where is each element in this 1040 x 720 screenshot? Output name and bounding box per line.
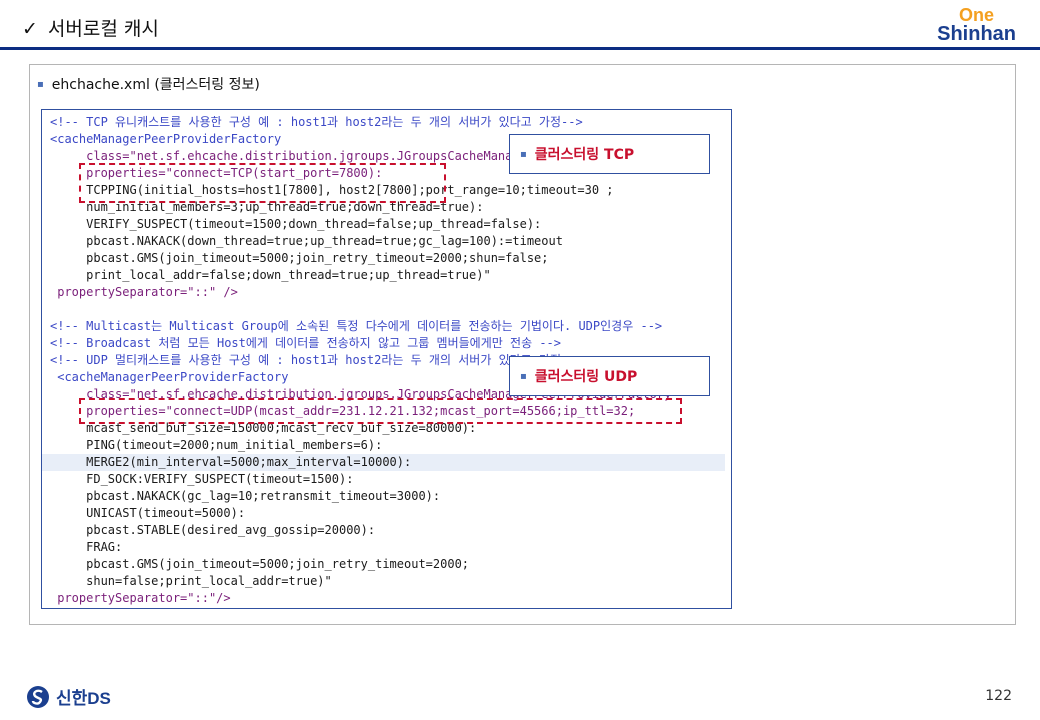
check-icon: ✓	[22, 18, 38, 40]
footer-company-text: 신한DS	[56, 689, 111, 708]
code-line: pbcast.NAKACK(down_thread=true;up_thread…	[50, 234, 563, 248]
udp-callout-text: 클러스터링 UDP	[534, 369, 638, 385]
code-line: UNICAST(timeout=5000):	[50, 506, 246, 520]
code-line: FRAG:	[50, 540, 123, 554]
code-line: VERIFY_SUSPECT(timeout=1500;down_thread=…	[50, 217, 542, 231]
one-shinhan-logo: One Shinhan	[937, 6, 1016, 44]
section-label: ▪ ehchache.xml (클러스터링 정보)	[37, 74, 260, 94]
shinhan-emblem-icon	[27, 685, 49, 708]
logo-one-text: One	[958, 5, 994, 25]
code-line: print_local_addr=false;down_thread=true;…	[50, 268, 491, 282]
tcp-callout: ▪ 클러스터링 TCP	[509, 134, 710, 174]
code-line: <!-- TCP 유니캐스트를 사용한 구성 예 : host1과 host2라…	[50, 115, 583, 129]
code-line: pbcast.GMS(join_timeout=5000;join_retry_…	[50, 251, 549, 265]
logo-brand-text: Shinhan	[937, 23, 1016, 45]
udp-highlight-box	[79, 398, 682, 424]
code-line: FD_SOCK:VERIFY_SUSPECT(timeout=1500):	[50, 472, 354, 486]
slide-title: ✓ 서버로컬 캐시	[22, 14, 159, 41]
code-line: propertySeparator="::"/>	[50, 591, 231, 605]
bullet-icon: ▪	[37, 79, 44, 90]
code-line: propertySeparator="::" />	[50, 285, 238, 299]
slide-title-text: 서버로컬 캐시	[47, 18, 159, 40]
header-divider	[0, 47, 1040, 50]
tcp-callout-text: 클러스터링 TCP	[534, 147, 635, 163]
code-line: <!-- Broadcast 처럼 모든 Host에게 데이터를 전송하지 않고…	[50, 336, 562, 350]
code-line: shun=false;print_local_addr=true)"	[50, 574, 332, 588]
code-line: MERGE2(min_interval=5000;max_interval=10…	[42, 454, 725, 471]
bullet-icon: ▪	[520, 370, 527, 382]
page-number: 122	[985, 688, 1012, 704]
code-line: <!-- Multicast는 Multicast Group에 소속된 특정 …	[50, 319, 663, 333]
tcp-highlight-box	[79, 163, 446, 203]
code-line: pbcast.GMS(join_timeout=5000;join_retry_…	[50, 557, 470, 571]
code-line: pbcast.NAKACK(gc_lag=10;retransmit_timeo…	[50, 489, 441, 503]
bullet-icon: ▪	[520, 148, 527, 160]
section-label-text: ehchache.xml (클러스터링 정보)	[51, 77, 260, 93]
code-line: pbcast.STABLE(desired_avg_gossip=20000):	[50, 523, 376, 537]
shinhan-ds-logo: 신한DS	[26, 684, 111, 709]
code-line: PING(timeout=2000;num_initial_members=6)…	[50, 438, 383, 452]
udp-callout: ▪ 클러스터링 UDP	[509, 356, 710, 396]
